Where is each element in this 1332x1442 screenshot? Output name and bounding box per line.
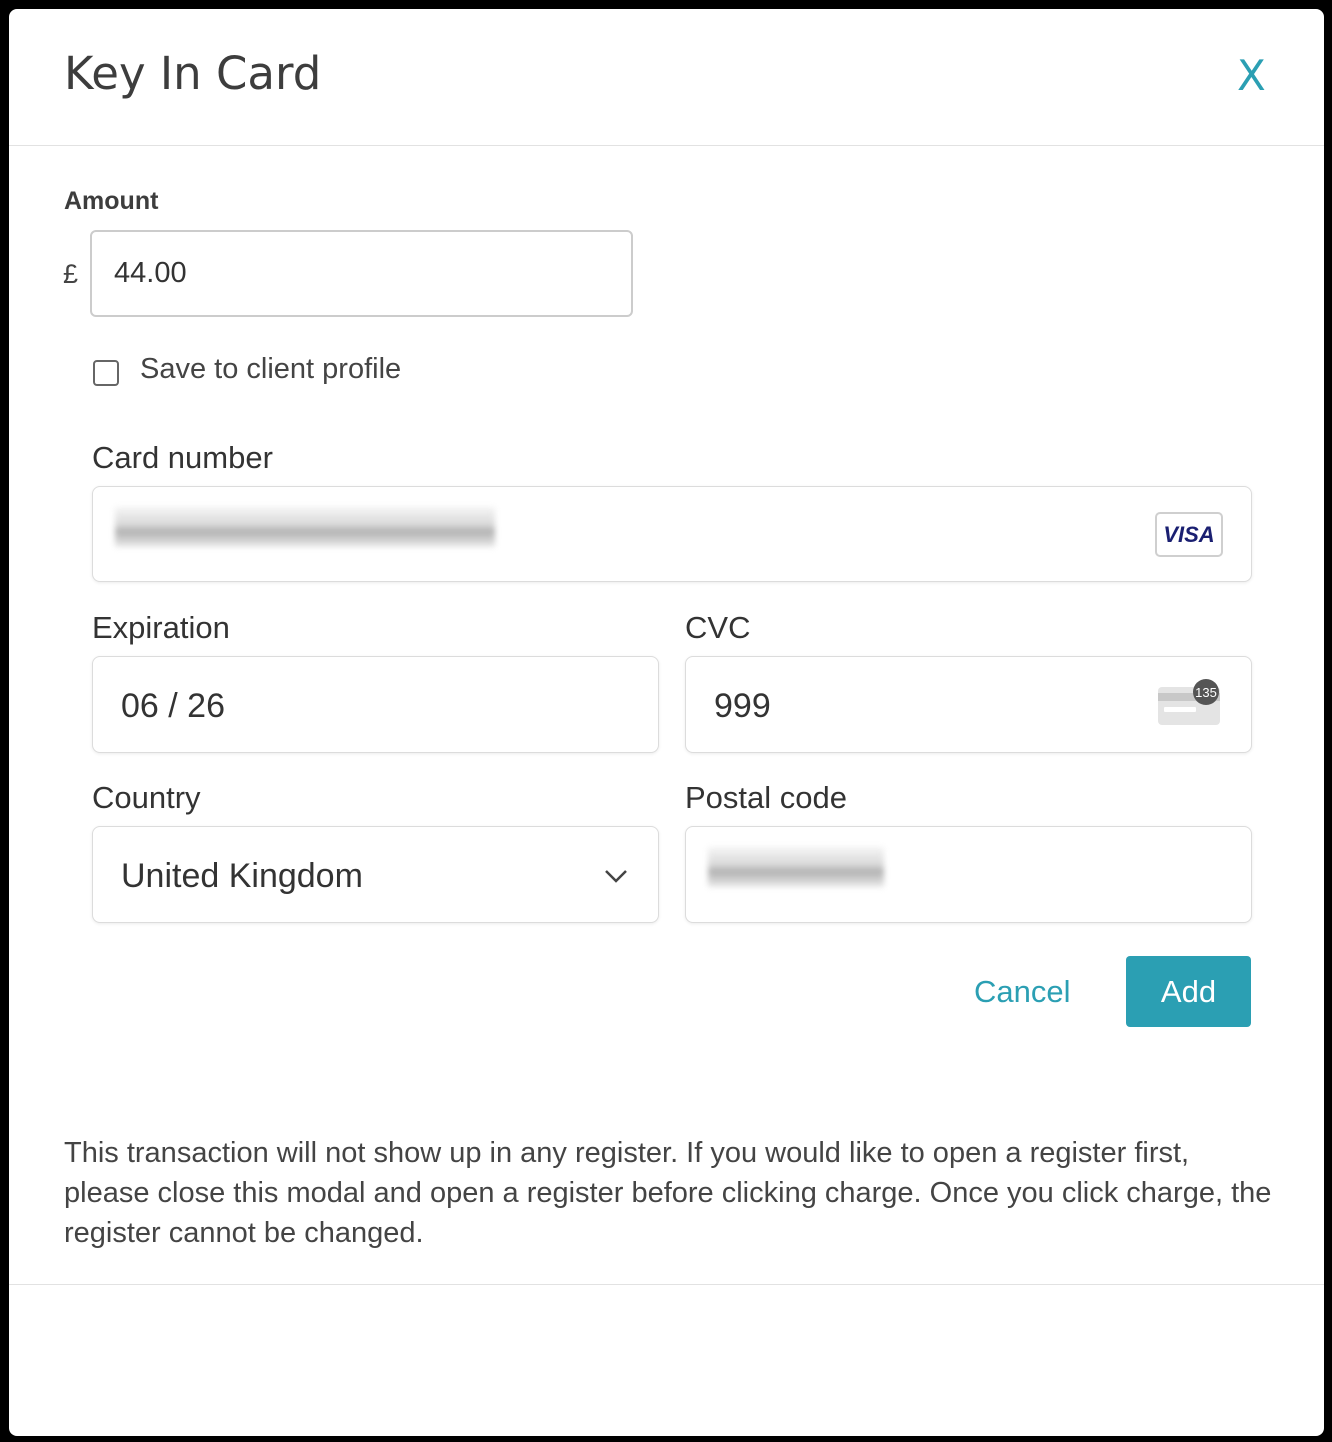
currency-symbol: £ — [63, 259, 79, 289]
card-number-field[interactable]: VISA — [92, 486, 1252, 582]
save-to-profile-label: Save to client profile — [140, 353, 402, 385]
postal-code-field[interactable] — [685, 826, 1252, 923]
register-notice: This transaction will not show up in any… — [64, 1137, 1272, 1249]
postal-code-label: Postal code — [685, 780, 847, 815]
modal-header: Key In Card X — [9, 9, 1324, 146]
amount-label: Amount — [64, 187, 159, 215]
expiration-label: Expiration — [92, 610, 230, 645]
visa-icon: VISA — [1155, 512, 1223, 557]
cvc-value: 999 — [714, 687, 771, 725]
cvc-card-icon: 135 — [1158, 679, 1220, 725]
country-value: United Kingdom — [121, 857, 363, 895]
close-button[interactable]: X — [1237, 51, 1266, 100]
amount-input[interactable] — [90, 230, 633, 317]
cvc-label: CVC — [685, 610, 751, 645]
card-number-label: Card number — [92, 440, 273, 475]
chevron-down-icon — [605, 870, 627, 883]
key-in-card-modal: Key In Card X Amount £ Save to client pr… — [9, 9, 1324, 1436]
expiration-value: 06 / 26 — [121, 687, 225, 725]
add-button[interactable]: Add — [1126, 956, 1251, 1027]
cvc-badge-text: 135 — [1195, 685, 1217, 700]
save-to-profile-checkbox[interactable] — [93, 360, 119, 386]
country-select[interactable]: United Kingdom — [92, 826, 659, 923]
expiration-field[interactable]: 06 / 26 — [92, 656, 659, 753]
modal-title: Key In Card — [64, 47, 322, 100]
cancel-button[interactable]: Cancel — [974, 974, 1071, 1010]
card-number-redacted — [115, 507, 495, 547]
footer-divider — [9, 1284, 1324, 1285]
postal-code-redacted — [708, 847, 884, 887]
country-label: Country — [92, 780, 201, 815]
cvc-field[interactable]: 999 135 — [685, 656, 1252, 753]
